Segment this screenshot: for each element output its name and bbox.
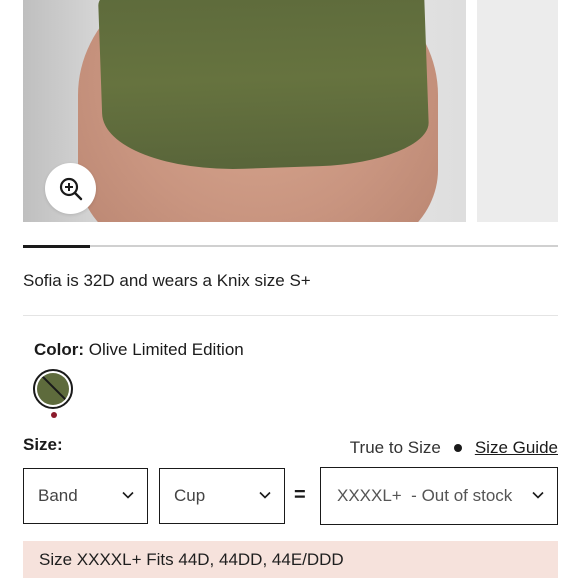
gallery-progress-fill: [23, 244, 90, 248]
color-selection: Color: Olive Limited Edition: [34, 340, 244, 360]
zoom-button[interactable]: [45, 163, 96, 214]
size-fit-banner: Size XXXXL+ Fits 44D, 44DD, 44E/DDD: [23, 541, 558, 578]
cup-select-value: Cup: [174, 486, 206, 505]
model-size-note: Sofia is 32D and wears a Knix size S+: [23, 271, 311, 290]
size-guide-link[interactable]: Size Guide: [475, 438, 558, 458]
selected-indicator-dot: [51, 412, 57, 418]
gallery-progress-bar: [23, 244, 558, 248]
cup-select[interactable]: Cup: [159, 468, 285, 524]
size-select-value: XXXXL+ - Out of stock: [337, 486, 513, 505]
product-image-gallery[interactable]: [23, 0, 558, 222]
chevron-down-icon: [122, 491, 134, 499]
fit-info: True to Size Size Guide: [350, 438, 558, 458]
size-select[interactable]: XXXXL+ - Out of stock: [320, 467, 558, 525]
chevron-down-icon: [259, 491, 271, 499]
color-swatch-olive[interactable]: [33, 369, 73, 409]
size-label: Size:: [23, 435, 63, 454]
bullet-icon: [453, 444, 462, 452]
next-product-photo[interactable]: [477, 0, 558, 222]
fit-text: True to Size: [349, 438, 441, 457]
band-select[interactable]: Band: [23, 468, 148, 524]
section-divider: [23, 315, 558, 316]
band-select-value: Band: [38, 486, 78, 505]
chevron-down-icon: [532, 491, 544, 499]
unavailable-slash-icon: [38, 373, 69, 405]
equals-sign: =: [294, 484, 306, 506]
product-photo[interactable]: [23, 0, 466, 222]
color-label: Color:: [34, 340, 85, 359]
color-value: Olive Limited Edition: [88, 340, 244, 359]
zoom-in-icon: [59, 177, 82, 200]
size-fit-note: Size XXXXL+ Fits 44D, 44DD, 44E/DDD: [39, 549, 344, 569]
swatch-fill: [37, 373, 69, 405]
product-bra: [97, 0, 431, 174]
